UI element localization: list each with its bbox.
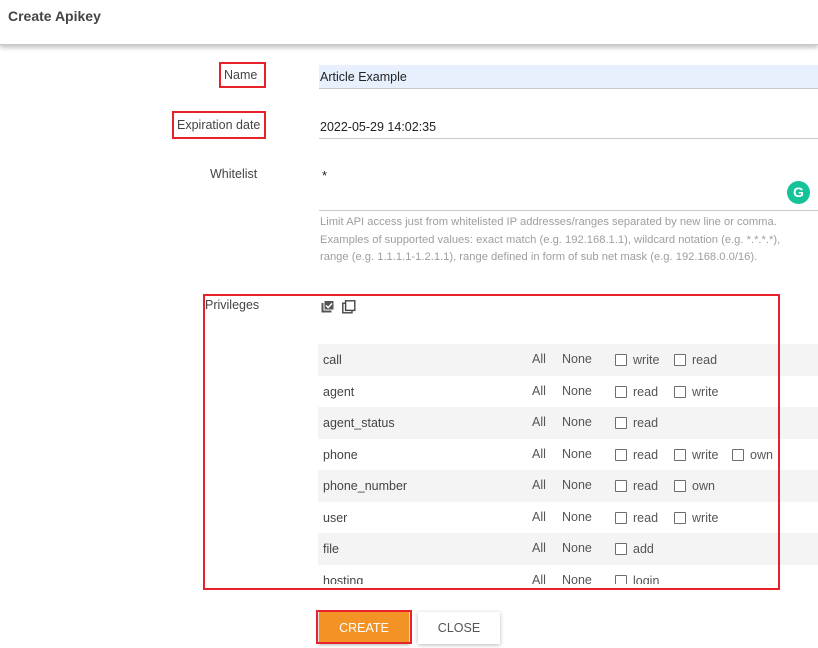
name-input[interactable]: Article Example bbox=[319, 65, 818, 89]
privileges-highlight bbox=[203, 294, 780, 590]
grammarly-icon[interactable]: G bbox=[787, 181, 810, 204]
create-button-highlight bbox=[316, 610, 412, 644]
expiration-date-input[interactable]: 2022-05-29 14:02:35 bbox=[319, 114, 818, 139]
close-button[interactable]: CLOSE bbox=[418, 612, 500, 644]
whitelist-hint-line: Examples of supported values: exact matc… bbox=[320, 233, 781, 246]
whitelist-textarea[interactable]: * bbox=[319, 165, 818, 211]
expiration-label-highlight bbox=[172, 111, 266, 139]
whitelist-hint-line: range (e.g. 1.1.1.1-1.2.1.1), range defi… bbox=[320, 251, 758, 263]
dialog-header: Create Apikey bbox=[0, 0, 818, 45]
whitelist-hint: Limit API access just from whitelisted I… bbox=[320, 214, 818, 267]
name-label-highlight bbox=[219, 62, 266, 88]
dialog-title: Create Apikey bbox=[8, 8, 101, 24]
whitelist-hint-line: Limit API access just from whitelisted I… bbox=[320, 216, 777, 228]
whitelist-label: Whitelist bbox=[210, 167, 258, 181]
